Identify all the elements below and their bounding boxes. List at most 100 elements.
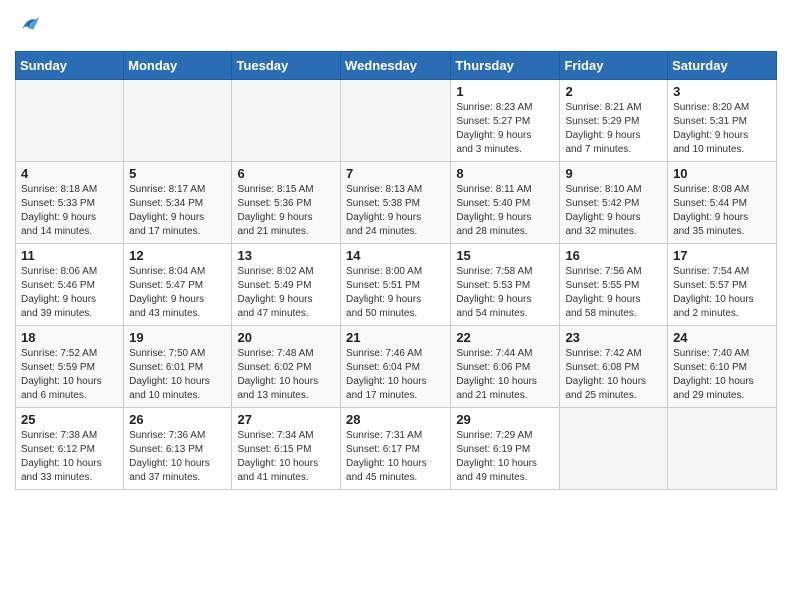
day-number: 21 xyxy=(346,330,445,345)
day-info: Sunrise: 7:48 AM Sunset: 6:02 PM Dayligh… xyxy=(237,347,335,403)
week-row-2: 4Sunrise: 8:18 AM Sunset: 5:33 PM Daylig… xyxy=(16,162,777,244)
day-number: 24 xyxy=(673,330,771,345)
day-number: 18 xyxy=(21,330,118,345)
day-info: Sunrise: 7:34 AM Sunset: 6:15 PM Dayligh… xyxy=(237,429,335,485)
day-info: Sunrise: 7:38 AM Sunset: 6:12 PM Dayligh… xyxy=(21,429,118,485)
day-number: 9 xyxy=(565,166,662,181)
day-info: Sunrise: 8:20 AM Sunset: 5:31 PM Dayligh… xyxy=(673,101,771,157)
calendar-cell: 10 Sunrise: 8:08 AM Sunset: 5:44 PM Dayli… xyxy=(668,162,777,244)
calendar-cell: 12Sunrise: 8:04 AM Sunset: 5:47 PM Dayli… xyxy=(124,244,232,326)
logo-bird-icon xyxy=(15,10,43,38)
weekday-monday: Monday xyxy=(124,52,232,80)
weekday-tuesday: Tuesday xyxy=(232,52,341,80)
calendar-cell: 8 Sunrise: 8:11 AM Sunset: 5:40 PM Daylig… xyxy=(451,162,560,244)
day-info: Sunrise: 8:06 AM Sunset: 5:46 PM Dayligh… xyxy=(21,265,118,321)
weekday-saturday: Saturday xyxy=(668,52,777,80)
calendar-cell: 4Sunrise: 8:18 AM Sunset: 5:33 PM Daylig… xyxy=(16,162,124,244)
day-info: Sunrise: 7:44 AM Sunset: 6:06 PM Dayligh… xyxy=(456,347,554,403)
calendar-cell: 28 Sunrise: 7:31 AM Sunset: 6:17 PM Dayli… xyxy=(341,408,451,490)
day-info: Sunrise: 8:08 AM Sunset: 5:44 PM Dayligh… xyxy=(673,183,771,239)
weekday-friday: Friday xyxy=(560,52,668,80)
header xyxy=(15,10,777,43)
week-row-5: 25Sunrise: 7:38 AM Sunset: 6:12 PM Dayli… xyxy=(16,408,777,490)
day-info: Sunrise: 8:15 AM Sunset: 5:36 PM Dayligh… xyxy=(237,183,335,239)
day-info: Sunrise: 7:29 AM Sunset: 6:19 PM Dayligh… xyxy=(456,429,554,485)
day-info: Sunrise: 7:31 AM Sunset: 6:17 PM Dayligh… xyxy=(346,429,445,485)
calendar-table: SundayMondayTuesdayWednesdayThursdayFrid… xyxy=(15,51,777,490)
day-number: 3 xyxy=(673,84,771,99)
day-number: 13 xyxy=(237,248,335,263)
calendar-cell: 20 Sunrise: 7:48 AM Sunset: 6:02 PM Dayli… xyxy=(232,326,341,408)
day-number: 22 xyxy=(456,330,554,345)
calendar-cell: 21 Sunrise: 7:46 AM Sunset: 6:04 PM Dayli… xyxy=(341,326,451,408)
day-info: Sunrise: 7:42 AM Sunset: 6:08 PM Dayligh… xyxy=(565,347,662,403)
calendar-cell: 18 Sunrise: 7:52 AM Sunset: 5:59 PM Dayli… xyxy=(16,326,124,408)
day-number: 14 xyxy=(346,248,445,263)
calendar-cell: 16Sunrise: 7:56 AM Sunset: 5:55 PM Dayli… xyxy=(560,244,668,326)
day-number: 10 xyxy=(673,166,771,181)
day-info: Sunrise: 8:13 AM Sunset: 5:38 PM Dayligh… xyxy=(346,183,445,239)
day-number: 7 xyxy=(346,166,445,181)
day-info: Sunrise: 8:23 AM Sunset: 5:27 PM Dayligh… xyxy=(456,101,554,157)
calendar-cell: 26Sunrise: 7:36 AM Sunset: 6:13 PM Dayli… xyxy=(124,408,232,490)
week-row-4: 18 Sunrise: 7:52 AM Sunset: 5:59 PM Dayli… xyxy=(16,326,777,408)
calendar-cell: 2 Sunrise: 8:21 AM Sunset: 5:29 PM Daylig… xyxy=(560,80,668,162)
day-info: Sunrise: 8:18 AM Sunset: 5:33 PM Dayligh… xyxy=(21,183,118,239)
calendar-cell: 7 Sunrise: 8:13 AM Sunset: 5:38 PM Daylig… xyxy=(341,162,451,244)
calendar-body: 1 Sunrise: 8:23 AM Sunset: 5:27 PM Daylig… xyxy=(16,80,777,490)
day-info: Sunrise: 8:10 AM Sunset: 5:42 PM Dayligh… xyxy=(565,183,662,239)
day-number: 1 xyxy=(456,84,554,99)
day-info: Sunrise: 7:58 AM Sunset: 5:53 PM Dayligh… xyxy=(456,265,554,321)
week-row-1: 1 Sunrise: 8:23 AM Sunset: 5:27 PM Daylig… xyxy=(16,80,777,162)
day-number: 28 xyxy=(346,412,445,427)
day-info: Sunrise: 7:36 AM Sunset: 6:13 PM Dayligh… xyxy=(129,429,226,485)
day-info: Sunrise: 8:11 AM Sunset: 5:40 PM Dayligh… xyxy=(456,183,554,239)
calendar-cell xyxy=(560,408,668,490)
day-number: 17 xyxy=(673,248,771,263)
day-number: 19 xyxy=(129,330,226,345)
day-number: 29 xyxy=(456,412,554,427)
day-number: 11 xyxy=(21,248,118,263)
day-number: 5 xyxy=(129,166,226,181)
weekday-thursday: Thursday xyxy=(451,52,560,80)
day-info: Sunrise: 7:50 AM Sunset: 6:01 PM Dayligh… xyxy=(129,347,226,403)
calendar-cell: 29 Sunrise: 7:29 AM Sunset: 6:19 PM Dayli… xyxy=(451,408,560,490)
calendar-cell: 9 Sunrise: 8:10 AM Sunset: 5:42 PM Daylig… xyxy=(560,162,668,244)
calendar-cell: 22 Sunrise: 7:44 AM Sunset: 6:06 PM Dayli… xyxy=(451,326,560,408)
day-info: Sunrise: 7:46 AM Sunset: 6:04 PM Dayligh… xyxy=(346,347,445,403)
day-number: 6 xyxy=(237,166,335,181)
calendar-cell xyxy=(232,80,341,162)
calendar-cell: 11 Sunrise: 8:06 AM Sunset: 5:46 PM Dayli… xyxy=(16,244,124,326)
week-row-3: 11 Sunrise: 8:06 AM Sunset: 5:46 PM Dayli… xyxy=(16,244,777,326)
day-number: 2 xyxy=(565,84,662,99)
day-number: 15 xyxy=(456,248,554,263)
calendar-cell: 1 Sunrise: 8:23 AM Sunset: 5:27 PM Daylig… xyxy=(451,80,560,162)
calendar-cell xyxy=(668,408,777,490)
day-number: 27 xyxy=(237,412,335,427)
day-info: Sunrise: 7:52 AM Sunset: 5:59 PM Dayligh… xyxy=(21,347,118,403)
calendar-cell: 17 Sunrise: 7:54 AM Sunset: 5:57 PM Dayli… xyxy=(668,244,777,326)
calendar-cell: 6 Sunrise: 8:15 AM Sunset: 5:36 PM Daylig… xyxy=(232,162,341,244)
day-number: 20 xyxy=(237,330,335,345)
weekday-header-row: SundayMondayTuesdayWednesdayThursdayFrid… xyxy=(16,52,777,80)
day-info: Sunrise: 8:17 AM Sunset: 5:34 PM Dayligh… xyxy=(129,183,226,239)
day-info: Sunrise: 8:04 AM Sunset: 5:47 PM Dayligh… xyxy=(129,265,226,321)
weekday-wednesday: Wednesday xyxy=(341,52,451,80)
calendar-cell xyxy=(124,80,232,162)
calendar-cell: 19 Sunrise: 7:50 AM Sunset: 6:01 PM Dayli… xyxy=(124,326,232,408)
day-number: 16 xyxy=(565,248,662,263)
calendar-cell: 25Sunrise: 7:38 AM Sunset: 6:12 PM Dayli… xyxy=(16,408,124,490)
calendar-cell xyxy=(341,80,451,162)
calendar-cell: 15 Sunrise: 7:58 AM Sunset: 5:53 PM Dayli… xyxy=(451,244,560,326)
day-info: Sunrise: 8:21 AM Sunset: 5:29 PM Dayligh… xyxy=(565,101,662,157)
calendar-cell: 27 Sunrise: 7:34 AM Sunset: 6:15 PM Dayli… xyxy=(232,408,341,490)
calendar-cell: 5 Sunrise: 8:17 AM Sunset: 5:34 PM Daylig… xyxy=(124,162,232,244)
day-info: Sunrise: 7:54 AM Sunset: 5:57 PM Dayligh… xyxy=(673,265,771,321)
day-info: Sunrise: 7:40 AM Sunset: 6:10 PM Dayligh… xyxy=(673,347,771,403)
calendar-cell: 23Sunrise: 7:42 AM Sunset: 6:08 PM Dayli… xyxy=(560,326,668,408)
calendar-cell: 3 Sunrise: 8:20 AM Sunset: 5:31 PM Daylig… xyxy=(668,80,777,162)
day-number: 8 xyxy=(456,166,554,181)
weekday-sunday: Sunday xyxy=(16,52,124,80)
day-info: Sunrise: 8:02 AM Sunset: 5:49 PM Dayligh… xyxy=(237,265,335,321)
logo xyxy=(15,10,47,43)
